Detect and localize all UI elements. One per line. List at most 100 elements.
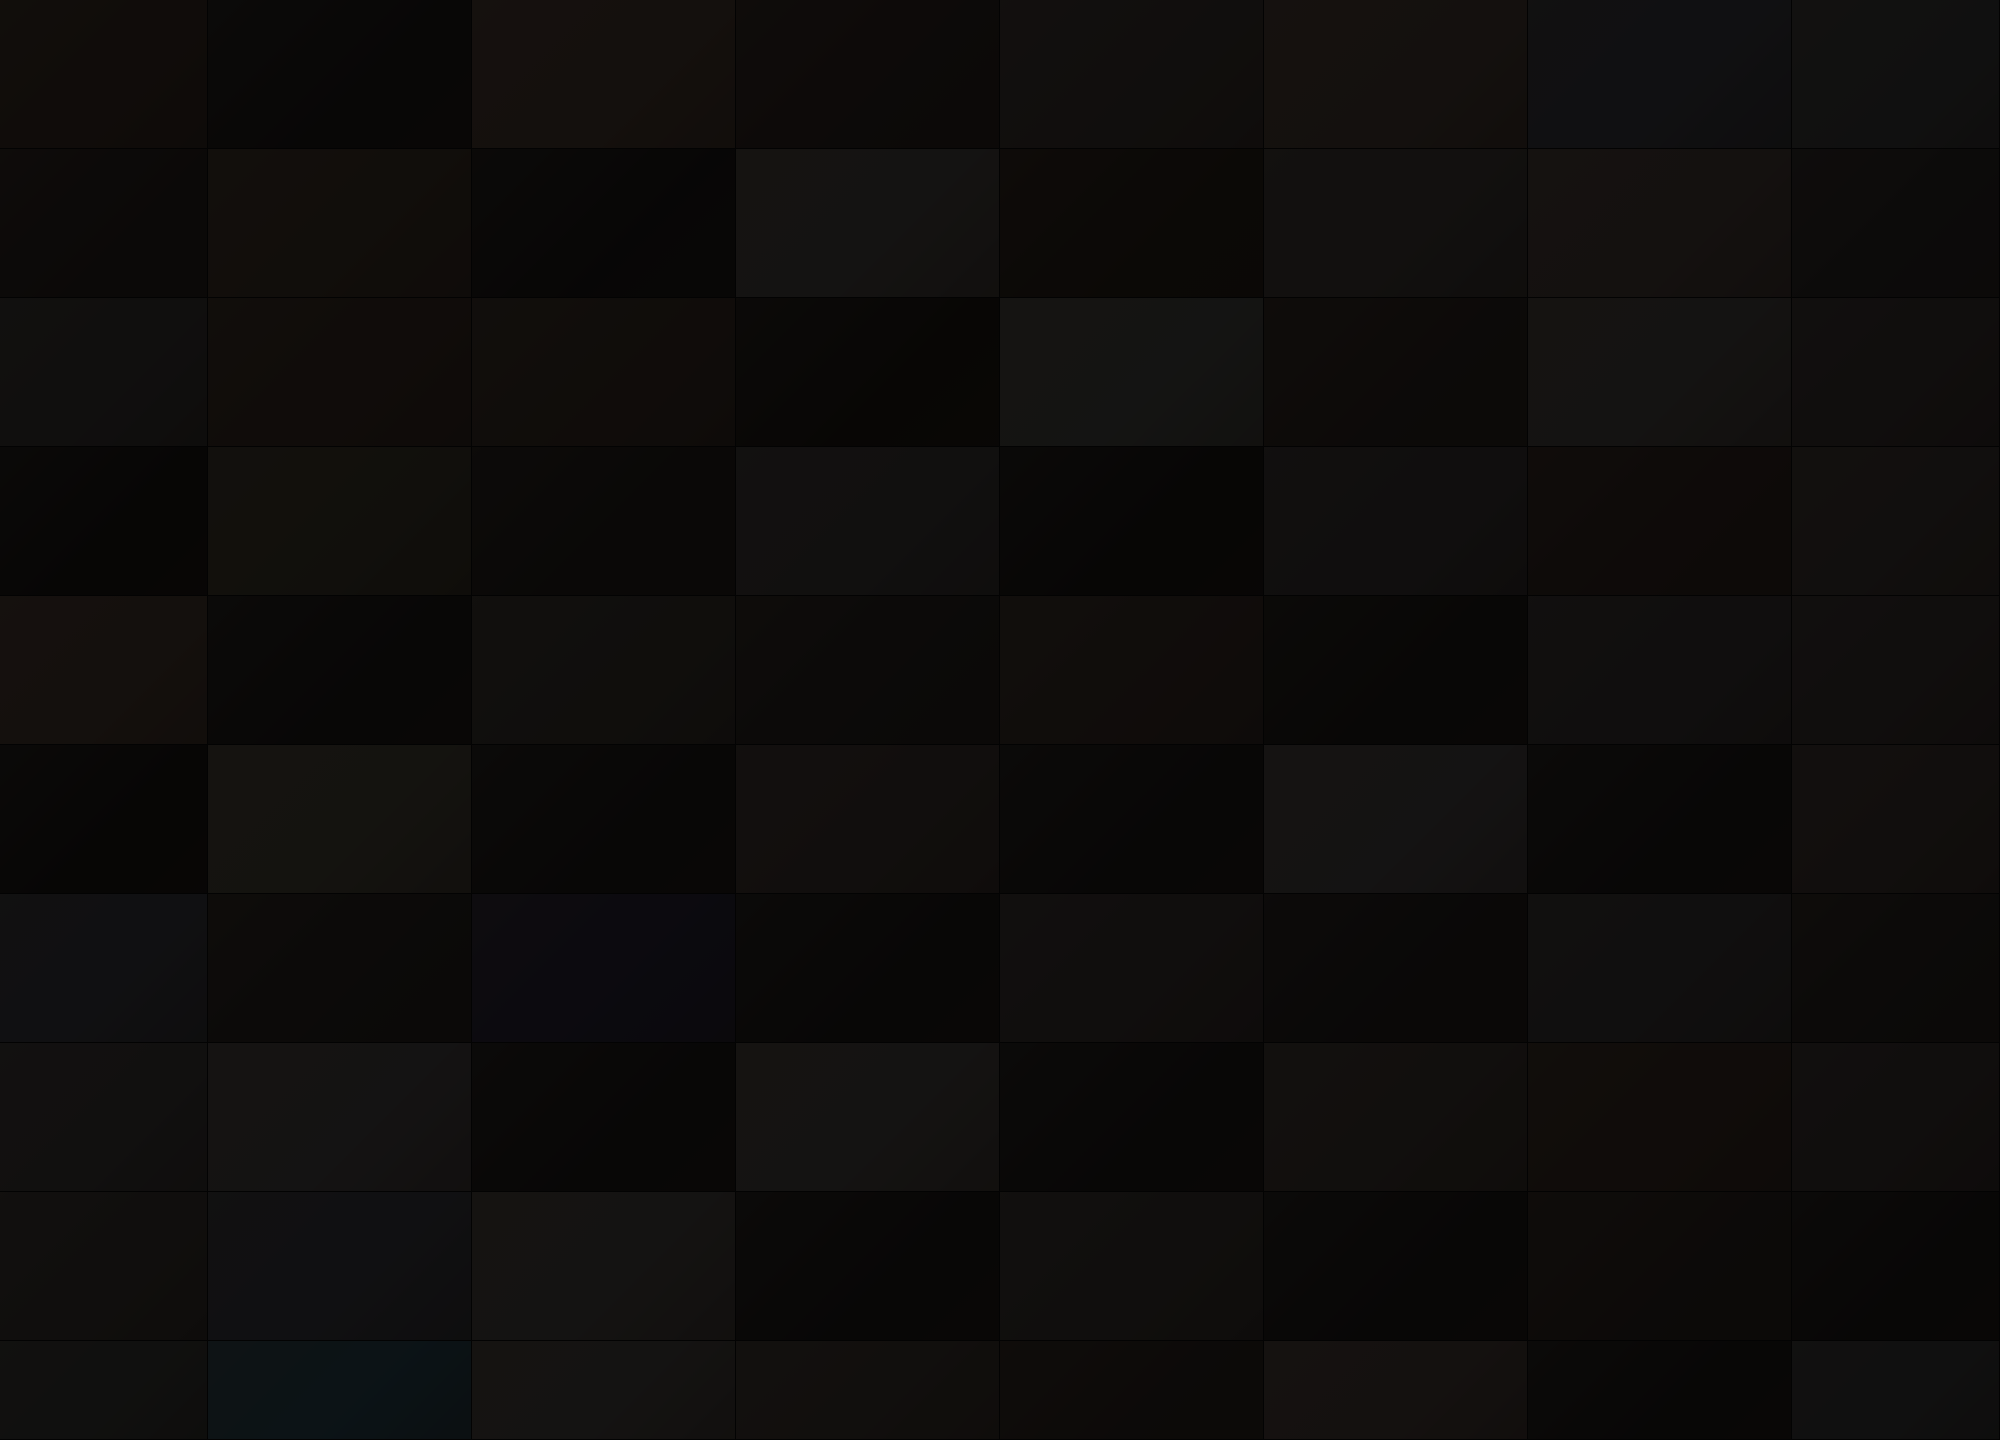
thumbnail-tile[interactable] [1000,745,1264,894]
thumbnail-tile[interactable] [1528,894,1792,1043]
thumbnail-tile[interactable] [1792,149,2000,298]
thumbnail-tile[interactable] [1792,298,2000,447]
thumbnail-tile[interactable] [1000,149,1264,298]
thumbnail-tile[interactable] [472,1341,736,1440]
thumbnail-tile[interactable] [0,1043,208,1192]
thumbnail-tile[interactable] [736,0,1000,149]
thumbnail-tile[interactable] [1792,447,2000,596]
thumbnail-tile[interactable] [1792,0,2000,149]
thumbnail-tile[interactable] [1000,447,1264,596]
thumbnail-tile[interactable] [736,1043,1000,1192]
thumbnail-shade [1528,447,1791,595]
thumbnail-shade [1528,0,1791,148]
thumbnail-tile[interactable] [1000,298,1264,447]
thumbnail-tile[interactable] [1264,894,1528,1043]
thumbnail-tile[interactable] [208,1192,472,1341]
thumbnail-tile[interactable] [1528,745,1792,894]
thumbnail-grid [0,0,2000,1440]
thumbnail-tile[interactable] [472,298,736,447]
thumbnail-tile[interactable] [208,894,472,1043]
thumbnail-tile[interactable] [1264,298,1528,447]
thumbnail-tile[interactable] [208,149,472,298]
thumbnail-tile[interactable] [1528,298,1792,447]
thumbnail-shade [1792,447,1999,595]
thumbnail-tile[interactable] [1000,1192,1264,1341]
thumbnail-tile[interactable] [0,0,208,149]
thumbnail-tile[interactable] [0,298,208,447]
thumbnail-tile[interactable] [472,745,736,894]
thumbnail-tile[interactable] [208,298,472,447]
thumbnail-tile[interactable] [1528,1192,1792,1341]
thumbnail-tile[interactable] [1000,596,1264,745]
thumbnail-tile[interactable] [736,894,1000,1043]
thumbnail-shade [208,1341,471,1439]
thumbnail-tile[interactable] [208,745,472,894]
thumbnail-tile[interactable] [1264,149,1528,298]
thumbnail-tile[interactable] [1792,894,2000,1043]
thumbnail-tile[interactable] [208,596,472,745]
thumbnail-tile[interactable] [472,1043,736,1192]
thumbnail-tile[interactable] [1792,745,2000,894]
thumbnail-tile[interactable] [0,149,208,298]
thumbnail-tile[interactable] [736,1192,1000,1341]
thumbnail-tile[interactable] [0,745,208,894]
thumbnail-tile[interactable] [1264,596,1528,745]
thumbnail-tile[interactable] [208,0,472,149]
thumbnail-tile[interactable] [472,0,736,149]
thumbnail-tile[interactable] [1528,596,1792,745]
thumbnail-tile[interactable] [1264,1192,1528,1341]
thumbnail-tile[interactable] [1528,1341,1792,1440]
thumbnail-tile[interactable] [0,447,208,596]
thumbnail-shade [1528,298,1791,446]
thumbnail-shade [736,1341,999,1439]
thumbnail-shade [1264,596,1527,744]
thumbnail-tile[interactable] [1000,0,1264,149]
thumbnail-tile[interactable] [0,1341,208,1440]
thumbnail-tile[interactable] [736,149,1000,298]
thumbnail-shade [1000,1192,1263,1340]
thumbnail-tile[interactable] [736,1341,1000,1440]
thumbnail-tile[interactable] [0,1192,208,1341]
thumbnail-shade [1792,1043,1999,1191]
thumbnail-tile[interactable] [208,447,472,596]
thumbnail-tile[interactable] [1000,1043,1264,1192]
thumbnail-tile[interactable] [1792,1192,2000,1341]
thumbnail-tile[interactable] [1000,894,1264,1043]
thumbnail-shade [1264,745,1527,893]
thumbnail-tile[interactable] [472,149,736,298]
thumbnail-shade [1528,745,1791,893]
thumbnail-tile[interactable] [1792,1043,2000,1192]
thumbnail-tile[interactable] [1264,447,1528,596]
thumbnail-tile[interactable] [1528,149,1792,298]
thumbnail-tile[interactable] [1528,0,1792,149]
thumbnail-shade [1528,1341,1791,1439]
thumbnail-shade [472,894,735,1042]
thumbnail-tile[interactable] [736,298,1000,447]
thumbnail-tile[interactable] [1792,596,2000,745]
thumbnail-tile[interactable] [1264,1043,1528,1192]
thumbnail-shade [736,1192,999,1340]
thumbnail-tile[interactable] [1000,1341,1264,1440]
thumbnail-tile[interactable] [1528,447,1792,596]
thumbnail-tile[interactable] [1792,1341,2000,1440]
thumbnail-tile[interactable] [1264,745,1528,894]
thumbnail-tile[interactable] [0,596,208,745]
thumbnail-tile[interactable] [472,596,736,745]
thumbnail-tile[interactable] [1264,1341,1528,1440]
thumbnail-shade [0,1192,207,1340]
thumbnail-shade [208,0,471,148]
thumbnail-shade [1000,1341,1263,1439]
thumbnail-tile[interactable] [736,596,1000,745]
thumbnail-tile[interactable] [736,447,1000,596]
thumbnail-shade [0,1341,207,1439]
thumbnail-tile[interactable] [472,1192,736,1341]
thumbnail-tile[interactable] [736,745,1000,894]
thumbnail-tile[interactable] [472,894,736,1043]
thumbnail-shade [736,298,999,446]
thumbnail-tile[interactable] [1264,0,1528,149]
thumbnail-tile[interactable] [208,1043,472,1192]
thumbnail-tile[interactable] [0,894,208,1043]
thumbnail-tile[interactable] [1528,1043,1792,1192]
thumbnail-tile[interactable] [208,1341,472,1440]
thumbnail-tile[interactable] [472,447,736,596]
